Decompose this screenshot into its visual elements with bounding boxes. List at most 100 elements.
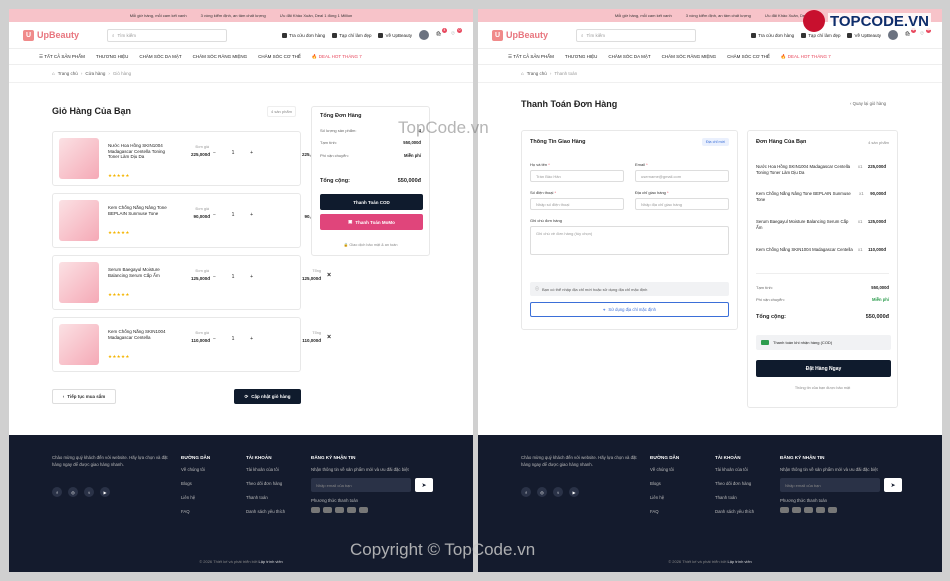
nav-all-products[interactable]: ☰ TẤT CẢ SẢN PHẨM [508, 54, 554, 60]
footer-link[interactable]: Blogs [181, 481, 210, 486]
remove-item-icon[interactable]: × [327, 334, 331, 341]
nav-body[interactable]: CHĂM SÓC CƠ THỂ [727, 54, 770, 59]
footer-link[interactable]: Danh sách yêu thích [246, 509, 285, 514]
footer-link[interactable]: Liên hệ [181, 495, 210, 500]
increase-button[interactable]: + [250, 150, 253, 156]
heart-icon[interactable]: ♡ 0 [920, 28, 931, 39]
avatar[interactable] [419, 30, 429, 40]
remove-item-icon[interactable]: × [327, 272, 331, 279]
logo[interactable]: U UpBeauty [23, 29, 101, 41]
footer-link[interactable]: Theo dõi đơn hàng [715, 481, 754, 486]
phone-input[interactable]: Nhập số điện thoại [530, 198, 624, 210]
footer-link[interactable]: Thanh toán [715, 495, 754, 500]
continue-shopping-button[interactable]: ‹ Tiếp tục mua sắm [52, 389, 116, 404]
address-input[interactable]: Nhập địa chỉ giao hàng [635, 198, 729, 210]
cart-icon[interactable]: 🛍 4 [436, 28, 447, 39]
product-image[interactable] [59, 324, 99, 365]
newsletter-email-input[interactable]: Nhập email của bạn [780, 478, 880, 492]
logo[interactable]: U UpBeauty [492, 29, 570, 41]
footer-link[interactable]: Thanh toán [246, 495, 285, 500]
copyright-author[interactable]: Lập trình viên [259, 559, 283, 564]
fullname-input[interactable]: Trần Bảo Hân [530, 170, 624, 182]
unit-price-label: Đơn giá [195, 145, 209, 149]
instagram-icon[interactable]: ◎ [537, 487, 547, 497]
footer-link[interactable]: Blogs [650, 481, 679, 486]
update-cart-button[interactable]: ⟳ Cập nhật giỏ hàng [234, 389, 301, 404]
product-image[interactable] [59, 138, 99, 179]
search-input[interactable]: ⌕ Tìm kiếm [576, 28, 696, 42]
increase-button[interactable]: + [250, 212, 253, 218]
quantity-value[interactable]: 1 [232, 150, 235, 156]
product-image[interactable] [59, 200, 99, 241]
crumb-home[interactable]: Trang chủ [58, 71, 78, 76]
nav-oral[interactable]: CHĂM SÓC RĂNG MIỆNG [662, 54, 717, 59]
cart-icon[interactable]: 🛍 4 [905, 28, 916, 39]
nav-deal[interactable]: 🔥 DEAL HOT THÁNG 7 [312, 54, 362, 60]
youtube-icon[interactable]: ▶ [569, 487, 579, 497]
track-order-link[interactable]: Tra cứu đơn hàng [751, 32, 794, 38]
quantity-value[interactable]: 1 [232, 212, 235, 218]
newsletter-email-input[interactable]: Nhập email của bạn [311, 478, 411, 492]
footer-link[interactable]: FAQ [650, 509, 679, 514]
nav-all-products[interactable]: ☰ TẤT CẢ SẢN PHẨM [39, 54, 85, 60]
payment-method-cod[interactable]: Thanh toán khi nhận hàng (COD) [756, 335, 891, 350]
crumb-home[interactable]: Trang chủ [527, 71, 547, 76]
instagram-icon[interactable]: ◎ [68, 487, 78, 497]
copyright-text: © 2026 Thiết kế và phát triển bởi [668, 559, 727, 564]
decrease-button[interactable]: − [213, 150, 216, 156]
twitter-icon[interactable]: t [553, 487, 563, 497]
use-default-address-button[interactable]: ⌖ Sử dụng địa chỉ mặc định [530, 302, 729, 317]
pay-momo-button[interactable]: ▣ Thanh Toán MoMo [320, 214, 423, 230]
crumb-shop[interactable]: Cửa hàng [85, 71, 105, 76]
footer-link[interactable]: FAQ [181, 509, 210, 514]
youtube-icon[interactable]: ▶ [100, 487, 110, 497]
place-order-button[interactable]: Đặt Hàng Ngay [756, 360, 891, 377]
nav-face[interactable]: CHĂM SÓC DA MẶT [139, 54, 181, 59]
footer-link[interactable]: Tài khoản của tôi [715, 467, 754, 472]
product-name[interactable]: Nước Hoa Hồng SKIN1004 Madagascar Centel… [108, 143, 176, 160]
about-link[interactable]: Về UpBeauty [378, 32, 412, 38]
product-name[interactable]: Kem Chống Nắng SKIN1004 Madagascar Cente… [108, 329, 176, 340]
heart-icon[interactable]: ♡ 0 [451, 28, 462, 39]
send-button[interactable]: ➤ [884, 478, 902, 492]
payment-methods [780, 507, 905, 513]
blog-link[interactable]: Tạp chí làm đẹp [332, 32, 371, 38]
facebook-icon[interactable]: f [52, 487, 62, 497]
footer-link[interactable]: Về chúng tôi [650, 467, 679, 472]
footer-link[interactable]: Tài khoản của tôi [246, 467, 285, 472]
nav-face[interactable]: CHĂM SÓC DA MẶT [608, 54, 650, 59]
track-order-link[interactable]: Tra cứu đơn hàng [282, 32, 325, 38]
decrease-button[interactable]: − [213, 212, 216, 218]
quantity-value[interactable]: 1 [232, 274, 235, 280]
product-name[interactable]: Serum Baegayul Moisture Balancing Serum … [108, 267, 176, 278]
wish-badge: 0 [457, 28, 462, 33]
product-image[interactable] [59, 262, 99, 303]
footer-link[interactable]: Liên hệ [650, 495, 679, 500]
blog-link[interactable]: Tạp chí làm đẹp [801, 32, 840, 38]
increase-button[interactable]: + [250, 336, 253, 342]
send-button[interactable]: ➤ [415, 478, 433, 492]
facebook-icon[interactable]: f [521, 487, 531, 497]
nav-brands[interactable]: THƯƠNG HIỆU [565, 54, 597, 59]
back-to-cart-link[interactable]: ‹ Quay lại giỏ hàng [850, 101, 886, 106]
nav-oral[interactable]: CHĂM SÓC RĂNG MIỆNG [193, 54, 248, 59]
pin-icon: ⌖ [603, 307, 606, 312]
decrease-button[interactable]: − [213, 336, 216, 342]
email-input[interactable]: username@gmail.com [635, 170, 729, 182]
footer-link[interactable]: Danh sách yêu thích [715, 509, 754, 514]
pay-cod-button[interactable]: Thanh Toán COD [320, 194, 423, 210]
decrease-button[interactable]: − [213, 274, 216, 280]
footer-link[interactable]: Theo dõi đơn hàng [246, 481, 285, 486]
note-textarea[interactable]: Ghi chú về đơn hàng (tùy chọn) [530, 226, 729, 255]
product-name[interactable]: Kem Chống Nắng Nâng Tone BEPLAIN Sunmuse… [108, 205, 176, 216]
search-input[interactable]: ⌕ Tìm kiếm [107, 28, 227, 42]
footer-link[interactable]: Về chúng tôi [181, 467, 210, 472]
about-link[interactable]: Về UpBeauty [847, 32, 881, 38]
nav-deal[interactable]: 🔥 DEAL HOT THÁNG 7 [781, 54, 831, 60]
twitter-icon[interactable]: t [84, 487, 94, 497]
copyright-author[interactable]: Lập trình viên [728, 559, 752, 564]
increase-button[interactable]: + [250, 274, 253, 280]
nav-brands[interactable]: THƯƠNG HIỆU [96, 54, 128, 59]
quantity-value[interactable]: 1 [232, 336, 235, 342]
nav-body[interactable]: CHĂM SÓC CƠ THỂ [258, 54, 301, 59]
